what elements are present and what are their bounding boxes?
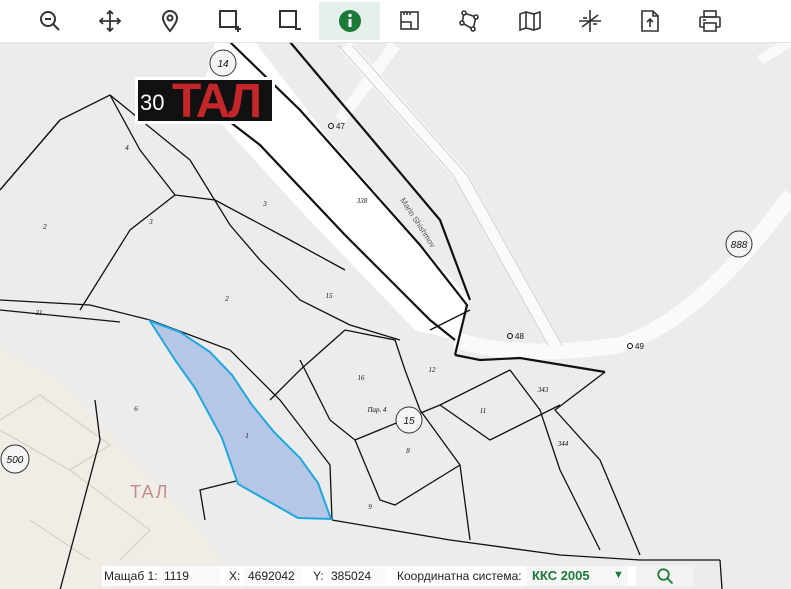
parcel-label: 343 xyxy=(537,386,549,394)
polygon-button[interactable] xyxy=(447,2,493,40)
parcel-label: 2 xyxy=(43,223,47,231)
y-coordinate-field: 385024 xyxy=(327,566,385,586)
parcel-label: 9 xyxy=(368,503,372,511)
x-coordinate-field: 4692042 xyxy=(244,566,302,586)
parcel-label: 344 xyxy=(557,440,569,448)
route-label: 500 xyxy=(7,455,24,466)
parcel-label: 6 xyxy=(134,405,138,413)
route-label: 888 xyxy=(731,240,748,251)
point-label: 47 xyxy=(336,122,345,131)
logo-number: 30 xyxy=(140,90,165,115)
route-label: 15 xyxy=(403,416,415,427)
zoom-out-icon xyxy=(40,11,60,31)
parcel-label: 31 xyxy=(35,309,43,317)
point-label: 49 xyxy=(635,342,644,351)
route-label: 14 xyxy=(217,59,229,70)
crosshair-icon xyxy=(579,10,601,32)
scale-label: Мащаб 1: xyxy=(104,569,158,583)
cadastral-map[interactable]: TAЛ Marin Shishmov 14 888 15 500 47 48 4… xyxy=(0,0,791,589)
scale-field[interactable]: 1119 xyxy=(160,566,220,586)
y-value: 385024 xyxy=(331,569,372,583)
scale-value: 1119 xyxy=(164,569,189,583)
measure-area-button[interactable] xyxy=(387,2,433,40)
point-label: 48 xyxy=(515,332,524,341)
company-logo: 30 TAЛ xyxy=(135,77,275,124)
crs-label: Координатна система: xyxy=(397,569,522,583)
folded-map-icon xyxy=(519,10,541,32)
y-label: Y: xyxy=(313,569,324,583)
parcel-label: Пар. 4 xyxy=(366,406,387,414)
parcel-label: 12 xyxy=(429,366,437,374)
map-toolbar xyxy=(0,0,791,43)
coordinates-button[interactable] xyxy=(567,2,613,40)
parcel-label: 2 xyxy=(225,295,229,303)
basemap-button[interactable] xyxy=(507,2,553,40)
info-button[interactable] xyxy=(319,2,380,40)
parcel-label: 8 xyxy=(406,447,410,455)
map-pin-icon xyxy=(161,10,179,33)
map-watermark: TAЛ xyxy=(130,482,169,502)
x-value: 4692042 xyxy=(248,569,295,583)
parcel-label: 1 xyxy=(245,432,249,440)
move-arrows-icon xyxy=(98,9,122,33)
info-icon xyxy=(338,10,361,32)
chevron-down-icon: ▼ xyxy=(613,569,624,581)
parcel-label: 3 xyxy=(262,200,267,208)
x-label: X: xyxy=(229,569,241,583)
parcel-label: 338 xyxy=(356,197,368,205)
ruler-area-icon xyxy=(400,11,419,30)
parcel-label: 3 xyxy=(148,218,153,226)
export-button[interactable] xyxy=(627,2,673,40)
crs-value: ККС 2005 xyxy=(532,568,590,583)
export-page-icon xyxy=(641,10,659,32)
search-button[interactable] xyxy=(636,566,694,586)
box-minus-icon xyxy=(279,10,301,30)
parcel-label: 11 xyxy=(480,407,486,415)
zoom-out-button[interactable] xyxy=(27,2,73,40)
crs-select[interactable]: ККС 2005 ▼ xyxy=(526,566,628,586)
box-plus-icon xyxy=(219,10,241,32)
parcel-label: 16 xyxy=(358,374,366,382)
locate-button[interactable] xyxy=(147,2,193,40)
pan-button[interactable] xyxy=(87,2,133,40)
status-bar: Мащаб 1: 1119 X: 4692042 Y: 385024 Коорд… xyxy=(102,566,694,586)
zoom-box-in-button[interactable] xyxy=(207,2,253,40)
logo-brand: TAЛ xyxy=(172,80,262,121)
parcel-label: 4 xyxy=(125,144,129,152)
polygon-nodes-icon xyxy=(459,10,479,32)
zoom-box-out-button[interactable] xyxy=(267,2,313,40)
search-icon xyxy=(657,568,674,585)
print-button[interactable] xyxy=(687,2,733,40)
printer-icon xyxy=(699,10,721,32)
parcel-label: 15 xyxy=(326,292,334,300)
